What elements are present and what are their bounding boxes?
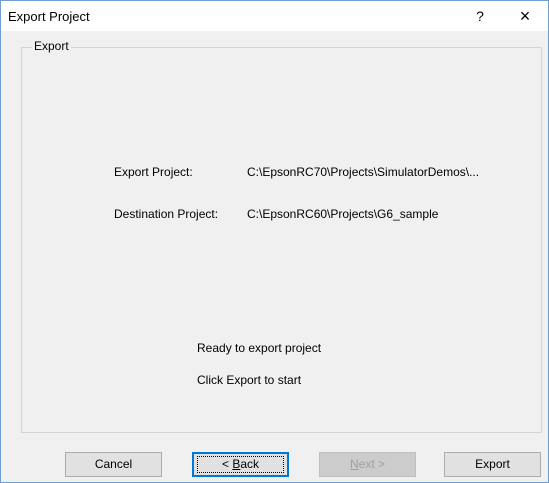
dialog-title: Export Project — [8, 9, 90, 24]
status-instruction-text: Click Export to start — [197, 373, 302, 387]
destination-project-path: C:\EpsonRC60\Projects\G6_sample — [247, 207, 439, 221]
export-project-dialog: Export Project ? × Export Export Project… — [0, 0, 549, 483]
close-button[interactable]: × — [507, 3, 543, 29]
status-ready-text: Ready to export project — [197, 341, 322, 355]
back-button-label: < Back — [196, 456, 285, 473]
next-mnemonic: N — [349, 457, 359, 471]
help-button[interactable]: ? — [465, 3, 495, 29]
next-button[interactable]: Next > — [319, 452, 416, 477]
back-rest: ack — [240, 457, 260, 471]
next-rest: ext > — [358, 457, 386, 471]
back-prefix: < — [221, 457, 233, 471]
export-project-label: Export Project: — [114, 165, 193, 179]
title-bar[interactable]: Export Project ? × — [1, 1, 548, 31]
back-button[interactable]: < Back — [192, 452, 289, 477]
export-button[interactable]: Export — [444, 452, 541, 477]
cancel-button[interactable]: Cancel — [65, 452, 162, 477]
destination-project-label: Destination Project: — [114, 207, 219, 221]
groupbox-label: Export — [32, 39, 71, 53]
export-project-path: C:\EpsonRC70\Projects\SimulatorDemos\... — [247, 165, 480, 179]
